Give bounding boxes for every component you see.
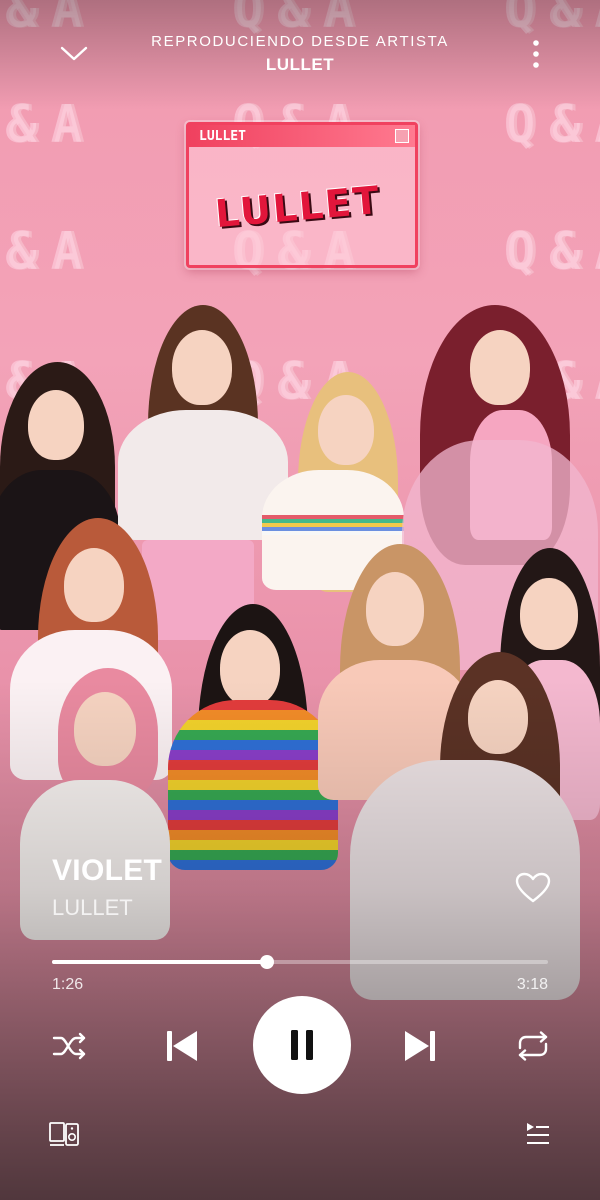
shuffle-icon — [52, 1032, 88, 1060]
shuffle-button[interactable] — [50, 1026, 90, 1066]
elapsed-time: 1:26 — [52, 976, 84, 993]
player-header: REPRODUCIENDO DESDE ARTISTA LULLET — [0, 0, 600, 90]
more-vertical-icon — [532, 39, 540, 69]
next-track-button[interactable] — [396, 1022, 444, 1070]
window-close-icon — [395, 129, 409, 143]
artwork-bottom-shade — [0, 680, 600, 1200]
previous-track-button[interactable] — [158, 1022, 206, 1070]
logo-window-title: LULLET — [199, 128, 246, 144]
seek-bar[interactable] — [52, 955, 548, 969]
track-artist[interactable]: LULLET — [52, 895, 133, 921]
repeat-button[interactable] — [511, 1026, 555, 1066]
track-title: VIOLET — [52, 854, 163, 887]
total-duration: 3:18 — [516, 976, 548, 993]
artwork-logo-window: LULLET LULLET — [186, 122, 418, 268]
devices-icon — [48, 1121, 80, 1147]
like-button[interactable] — [510, 866, 556, 910]
heart-icon — [515, 872, 551, 904]
queue-icon — [525, 1122, 551, 1146]
artwork-logo-text: LULLET — [213, 177, 383, 237]
connect-devices-button[interactable] — [46, 1118, 82, 1150]
more-options-button[interactable] — [516, 34, 556, 74]
skip-previous-icon — [164, 1028, 200, 1064]
seek-bar-fill — [52, 960, 268, 964]
queue-button[interactable] — [520, 1118, 556, 1150]
playing-from-name[interactable]: LULLET — [0, 55, 600, 75]
pause-icon — [288, 1029, 316, 1061]
skip-next-icon — [402, 1028, 438, 1064]
playing-from-label: REPRODUCIENDO DESDE ARTISTA — [151, 33, 449, 50]
repeat-icon — [514, 1031, 552, 1061]
play-pause-button[interactable] — [253, 996, 351, 1094]
logo-window-titlebar: LULLET — [189, 125, 415, 147]
